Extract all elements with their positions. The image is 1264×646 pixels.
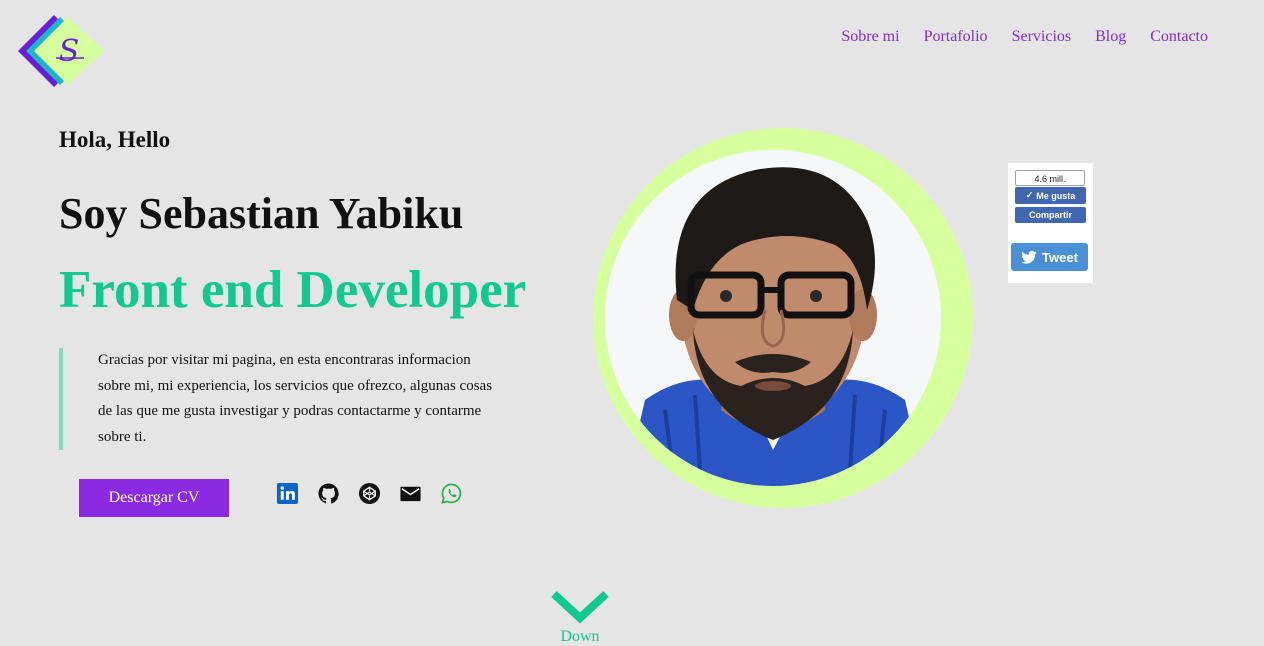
nav-item-servicios[interactable]: Servicios bbox=[1012, 28, 1072, 46]
site-logo[interactable]: S bbox=[16, 14, 108, 90]
greeting: Hola, Hello bbox=[59, 127, 171, 152]
nav-item-blog[interactable]: Blog bbox=[1095, 28, 1126, 46]
github-icon[interactable] bbox=[317, 482, 340, 505]
down-label: Down bbox=[560, 628, 600, 645]
linkedin-icon[interactable] bbox=[276, 482, 299, 505]
facebook-share-button[interactable]: Compartir bbox=[1015, 207, 1086, 223]
hero-name: Soy Sebastian Yabiku bbox=[59, 189, 464, 238]
whatsapp-icon[interactable] bbox=[440, 482, 463, 505]
main-nav: Sobre mi Portafolio Servicios Blog Conta… bbox=[841, 28, 1208, 46]
codepen-icon[interactable] bbox=[358, 482, 381, 505]
share-widget: 4.6 mill. ✓ Me gusta Compartir Tweet bbox=[1008, 163, 1093, 283]
email-icon[interactable] bbox=[399, 482, 422, 505]
nav-item-contacto[interactable]: Contacto bbox=[1150, 28, 1208, 46]
social-links bbox=[276, 482, 463, 505]
like-label: Me gusta bbox=[1036, 190, 1076, 201]
nav-item-portafolio[interactable]: Portafolio bbox=[924, 28, 988, 46]
profile-photo bbox=[605, 150, 941, 486]
intro-text: Gracias por visitar mi pagina, en esta e… bbox=[59, 348, 498, 450]
nav-item-sobre-mi[interactable]: Sobre mi bbox=[841, 28, 899, 46]
logo-letter: S bbox=[59, 34, 80, 69]
download-cv-button[interactable]: Descargar CV bbox=[79, 479, 229, 517]
page: S Sobre mi Portafolio Servicios Blog Con… bbox=[0, 0, 1264, 646]
hero-role: Front end Developer bbox=[59, 261, 527, 319]
chevron-down-icon bbox=[551, 591, 609, 624]
tweet-label: Tweet bbox=[1042, 249, 1078, 265]
like-count: 4.6 mill. bbox=[1015, 170, 1085, 186]
twitter-bird-icon bbox=[1021, 250, 1037, 264]
facebook-like-button[interactable]: ✓ Me gusta bbox=[1015, 187, 1086, 204]
tweet-button[interactable]: Tweet bbox=[1011, 243, 1088, 271]
scroll-down[interactable]: Down bbox=[550, 588, 610, 646]
check-icon: ✓ bbox=[1025, 190, 1034, 200]
